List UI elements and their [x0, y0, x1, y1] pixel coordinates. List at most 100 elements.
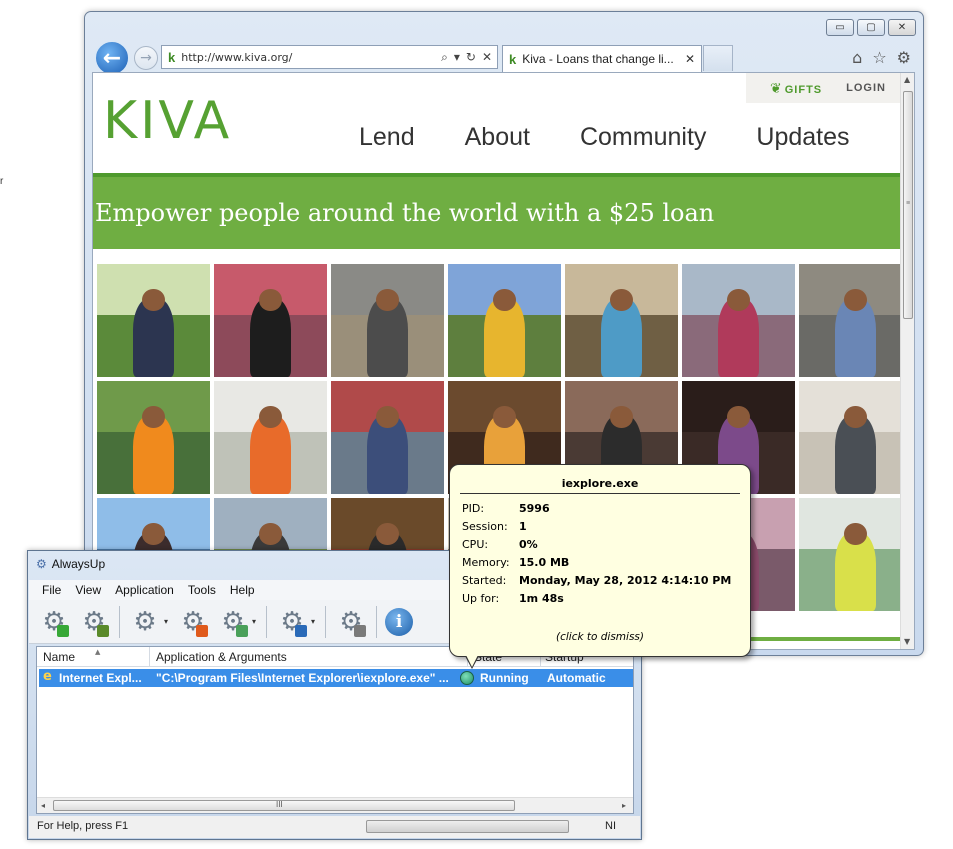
- report-button[interactable]: ⚙: [275, 605, 309, 639]
- start-application-button[interactable]: ⚙: [128, 605, 162, 639]
- column-header-name[interactable]: Name ▲: [43, 648, 100, 664]
- borrower-photo[interactable]: [565, 264, 678, 377]
- hscroll-thumb[interactable]: III: [53, 800, 515, 811]
- alwaysup-titlebar: ⚙ AlwaysUp: [36, 557, 105, 571]
- new-tab-button[interactable]: [703, 45, 733, 71]
- add-application-button[interactable]: ⚙: [37, 605, 71, 639]
- table-row[interactable]: e Internet Expl... "C:\Program Files\Int…: [39, 669, 633, 687]
- scroll-thumb[interactable]: ≡: [903, 91, 913, 319]
- edit-application-button[interactable]: ⚙: [77, 605, 111, 639]
- favorites-star-icon[interactable]: ☆: [872, 48, 886, 67]
- start-dropdown-icon[interactable]: ▾: [164, 617, 168, 626]
- scroll-up-arrow-icon[interactable]: ▲: [904, 75, 910, 84]
- toolbar-separator: [376, 605, 378, 638]
- back-button[interactable]: ←: [94, 40, 130, 76]
- kiva-favicon-icon: k: [168, 49, 176, 65]
- nav-lend[interactable]: Lend: [359, 123, 415, 152]
- restart-application-button[interactable]: ⚙: [216, 605, 250, 639]
- menu-help[interactable]: Help: [230, 583, 255, 597]
- tab-kiva[interactable]: k Kiva - Loans that change li... ✕: [502, 45, 702, 72]
- gifts-link[interactable]: ❦ GIFTS: [770, 80, 822, 97]
- stop-icon[interactable]: ✕: [482, 50, 492, 65]
- row-startup: Automatic: [547, 671, 606, 685]
- tooltip-pointer-fill: [466, 655, 478, 667]
- borrower-photo[interactable]: [799, 498, 912, 611]
- menu-file[interactable]: File: [42, 583, 61, 597]
- kiva-logo[interactable]: KIVA: [95, 91, 229, 161]
- tab-close-icon[interactable]: ✕: [685, 52, 695, 66]
- tooltip-value: 5996: [519, 502, 550, 515]
- home-icon[interactable]: ⌂: [852, 48, 862, 67]
- menu-tools[interactable]: Tools: [188, 583, 216, 597]
- minimize-button[interactable]: ▭: [826, 19, 854, 36]
- process-tooltip[interactable]: iexplore.exe PID: 5996 Session: 1 CPU: 0% M…: [449, 464, 751, 669]
- alwaysup-app-icon: ⚙: [36, 557, 47, 571]
- tooltip-row-memory: Memory: 15.0 MB: [462, 556, 569, 569]
- borrower-photo[interactable]: [331, 264, 444, 377]
- column-divider[interactable]: [149, 647, 150, 667]
- photo-person-head: [610, 288, 633, 312]
- tab-title: Kiva - Loans that change li...: [522, 52, 674, 66]
- tooltip-label: Memory:: [462, 556, 510, 569]
- nav-updates[interactable]: Updates: [756, 123, 849, 152]
- info-button[interactable]: i: [385, 607, 414, 636]
- forward-button[interactable]: →: [134, 46, 158, 70]
- stop-badge-icon: [196, 624, 209, 637]
- tooltip-row-session: Session: 1: [462, 520, 527, 533]
- borrower-photo[interactable]: [448, 264, 561, 377]
- search-icon[interactable]: ⌕: [441, 50, 448, 65]
- tooltip-divider: [460, 493, 740, 494]
- photo-person-head: [142, 522, 165, 546]
- photo-person-head: [259, 288, 282, 312]
- status-progress-bar: [366, 820, 569, 833]
- close-button[interactable]: ✕: [888, 19, 916, 36]
- account-bar: ❦ GIFTS LOGIN: [746, 73, 903, 103]
- photo-person-head: [376, 522, 399, 546]
- running-status-icon[interactable]: [460, 671, 474, 685]
- refresh-icon[interactable]: ↻: [466, 50, 476, 65]
- toolbar-separator: [119, 605, 120, 638]
- alwaysup-title: AlwaysUp: [51, 557, 106, 571]
- remove-badge-icon: [354, 624, 367, 637]
- maximize-button[interactable]: ▢: [857, 19, 885, 36]
- address-bar[interactable]: k http://www.kiva.org/ ⌕ ▾ ↻ ✕: [161, 45, 498, 69]
- menu-application[interactable]: Application: [115, 583, 174, 597]
- borrower-photo[interactable]: [799, 381, 912, 494]
- photo-person-head: [142, 405, 165, 429]
- borrower-photo[interactable]: [97, 381, 210, 494]
- column-header-app[interactable]: Application & Arguments: [156, 650, 287, 664]
- nav-community[interactable]: Community: [580, 123, 706, 152]
- restart-dropdown-icon[interactable]: ▾: [252, 617, 256, 626]
- nav-about[interactable]: About: [465, 123, 530, 152]
- scroll-left-arrow-icon[interactable]: ◂: [41, 801, 45, 810]
- vertical-scrollbar[interactable]: ▲ ≡ ▼: [900, 73, 914, 649]
- gear-icon[interactable]: ⚙: [897, 48, 911, 67]
- tooltip-label: Started:: [462, 574, 507, 587]
- login-link[interactable]: LOGIN: [846, 82, 886, 94]
- borrower-photo[interactable]: [97, 264, 210, 377]
- borrower-photo[interactable]: [799, 264, 912, 377]
- horizontal-scrollbar[interactable]: ◂ III ▸: [37, 797, 633, 813]
- stop-application-button[interactable]: ⚙: [176, 605, 210, 639]
- tooltip-row-cpu: CPU: 0%: [462, 538, 538, 551]
- report-dropdown-icon[interactable]: ▾: [311, 617, 315, 626]
- borrower-photo[interactable]: [682, 264, 795, 377]
- borrower-photo[interactable]: [214, 381, 327, 494]
- url-text[interactable]: http://www.kiva.org/: [181, 51, 441, 64]
- tooltip-value: 1: [519, 520, 527, 533]
- photo-person-head: [727, 288, 750, 312]
- borrower-photo[interactable]: [331, 381, 444, 494]
- scroll-grip-icon: ≡: [906, 200, 911, 207]
- status-bar: For Help, press F1 NI: [29, 816, 640, 838]
- scroll-down-arrow-icon[interactable]: ▼: [904, 637, 910, 646]
- leaf-icon: ❦: [770, 79, 783, 96]
- tooltip-label: Session:: [462, 520, 508, 533]
- tooltip-row-pid: PID: 5996: [462, 502, 550, 515]
- menu-view[interactable]: View: [75, 583, 101, 597]
- chevron-down-icon[interactable]: ▾: [454, 50, 460, 65]
- scroll-right-arrow-icon[interactable]: ▸: [622, 801, 626, 810]
- borrower-photo[interactable]: [214, 264, 327, 377]
- remove-application-button[interactable]: ⚙: [334, 605, 368, 639]
- tooltip-dismiss-text[interactable]: (click to dismiss): [450, 631, 750, 643]
- column-name-label: Name: [43, 650, 76, 664]
